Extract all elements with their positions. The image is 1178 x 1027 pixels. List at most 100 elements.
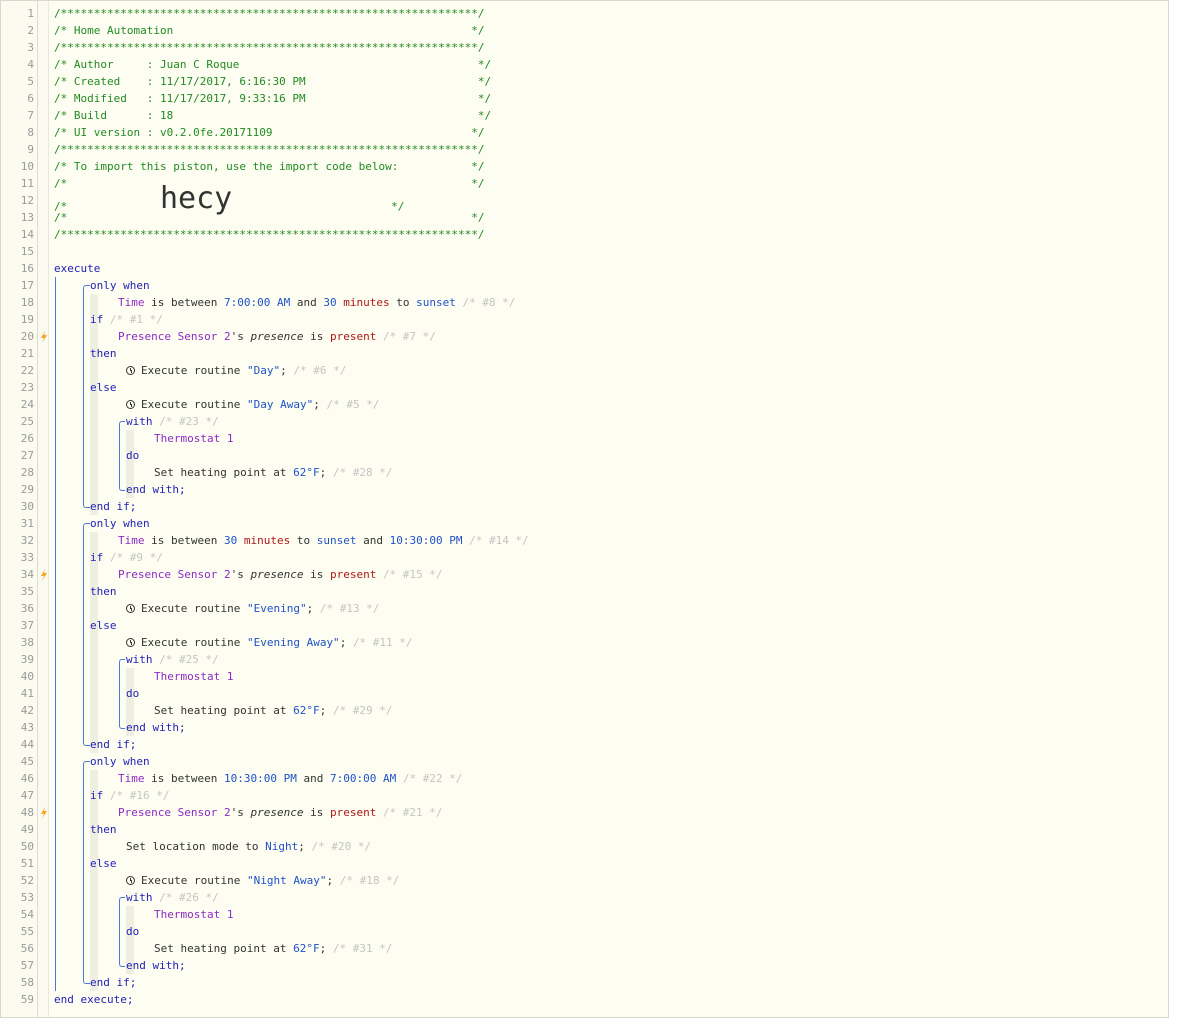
execute-line: execute: [54, 260, 100, 277]
end-with-line: end with;: [126, 957, 186, 974]
with-block-bracket: [119, 659, 125, 729]
set-heating-line: Set heating point at 62°F; /* #28 */: [154, 464, 392, 481]
clock-icon: [126, 604, 135, 613]
with-line: with /* #26 */: [126, 889, 219, 906]
keyword-if: if: [90, 313, 104, 326]
setpoint-value: 62°F: [293, 466, 320, 479]
operator: 's: [230, 806, 251, 819]
punct: ;: [319, 704, 333, 717]
line-number: 38: [20, 636, 34, 649]
time-value: 7:00:00 AM: [223, 296, 291, 309]
comment-text: /***************************************…: [54, 7, 485, 20]
punct: ;: [313, 398, 327, 411]
end-with-line: end with;: [126, 719, 186, 736]
comment-text: /* Created : 11/17/2017, 6:16:30 PM */: [54, 75, 492, 88]
else-action-line: Execute routine "Evening Away"; /* #11 *…: [126, 634, 413, 651]
line-number: 51: [20, 857, 34, 870]
line-number: 49: [20, 823, 34, 836]
keyword-do: do: [126, 449, 140, 462]
line-number: 8: [27, 126, 34, 139]
line-number: 35: [20, 585, 34, 598]
line-number: 12: [20, 194, 34, 207]
header-comment-line: /* Build : 18 */: [54, 107, 491, 124]
statement-id: /* #16 */: [103, 789, 170, 802]
action-text: Execute routine: [141, 636, 247, 649]
line-number: 26: [20, 432, 34, 445]
end-if-line: end if;: [90, 498, 136, 515]
header-comment-line: /* */: [54, 209, 484, 226]
keyword-if: if: [90, 789, 104, 802]
time-value: 10:30:00 PM: [223, 772, 297, 785]
line-number: 23: [20, 381, 34, 394]
line-number: 43: [20, 721, 34, 734]
attribute-value: present: [329, 568, 377, 581]
comment-text: /* */: [54, 177, 485, 190]
code-editor[interactable]: 1 2 3 4 5 6 7 8 9 10 11 12 13 14 15 16 17 18 19 20 21 22 23 24 2…: [0, 0, 1169, 1018]
device-name: Presence Sensor 2: [118, 806, 231, 819]
keyword-end-execute: end execute;: [54, 993, 134, 1006]
attribute-name: presence: [250, 568, 304, 581]
only-when-line: only when: [90, 515, 150, 532]
action-text: Set heating point at: [154, 704, 294, 717]
line-number: 52: [20, 874, 34, 887]
line-number: 18: [20, 296, 34, 309]
operator: 's: [230, 330, 251, 343]
end-execute-line: end execute;: [54, 991, 133, 1008]
attribute-value: present: [329, 806, 377, 819]
device-name: Presence Sensor 2: [118, 568, 231, 581]
comment-text: /* Home Automation */: [54, 24, 485, 37]
keyword-execute: execute: [54, 262, 101, 275]
device-name: Thermostat 1: [154, 432, 234, 445]
keyword-do: do: [126, 925, 140, 938]
line-number: 10: [20, 160, 34, 173]
device-line: Thermostat 1: [154, 430, 233, 447]
line-number: 37: [20, 619, 34, 632]
clock-icon: [126, 638, 135, 647]
keyword-end-if: end if;: [90, 738, 137, 751]
line-number: 47: [20, 789, 34, 802]
keyword-end-if: end if;: [90, 976, 137, 989]
attribute-name: presence: [250, 330, 304, 343]
attribute-name: presence: [250, 806, 304, 819]
line-number: 56: [20, 942, 34, 955]
offset-unit: minutes: [243, 534, 291, 547]
operator: to: [389, 296, 417, 309]
statement-id: /* #14 */: [462, 534, 529, 547]
comment-text: /* Modified : 11/17/2017, 9:33:16 PM */: [54, 92, 492, 105]
line-number: 17: [20, 279, 34, 292]
import-code-line: /* hecy */: [54, 184, 404, 214]
setpoint-value: 62°F: [293, 704, 320, 717]
do-line: do: [126, 447, 139, 464]
line-number: 14: [20, 228, 34, 241]
line-number: 28: [20, 466, 34, 479]
line-number: 1: [27, 7, 34, 20]
statement-id: /* #6 */: [293, 364, 347, 377]
lightning-bolt-icon: [39, 804, 48, 821]
end-with-line: end with;: [126, 481, 186, 498]
device-name: Thermostat 1: [154, 908, 234, 921]
do-line: do: [126, 923, 139, 940]
statement-id: /* #22 */: [396, 772, 463, 785]
line-number: 31: [20, 517, 34, 530]
keyword-do: do: [126, 687, 140, 700]
statement-id: /* #20 */: [311, 840, 372, 853]
punct: ;: [298, 840, 312, 853]
keyword-only-when: only when: [90, 517, 150, 530]
if-block-bracket: [83, 523, 90, 746]
time-operand: Time: [118, 296, 145, 309]
line-number: 19: [20, 313, 34, 326]
with-block-bracket: [119, 897, 125, 967]
action-text: Set heating point at: [154, 942, 294, 955]
statement-id: /* #26 */: [152, 891, 219, 904]
line-number: 39: [20, 653, 34, 666]
device-line: Thermostat 1: [154, 668, 233, 685]
line-number: 21: [20, 347, 34, 360]
offset-value: 30: [323, 296, 344, 309]
operator: is: [303, 806, 330, 819]
statement-id: /* #28 */: [332, 466, 393, 479]
line-number: 27: [20, 449, 34, 462]
operator: is: [303, 330, 330, 343]
punct: ;: [306, 602, 320, 615]
statement-id: /* #8 */: [455, 296, 516, 309]
then-line: then: [90, 821, 117, 838]
